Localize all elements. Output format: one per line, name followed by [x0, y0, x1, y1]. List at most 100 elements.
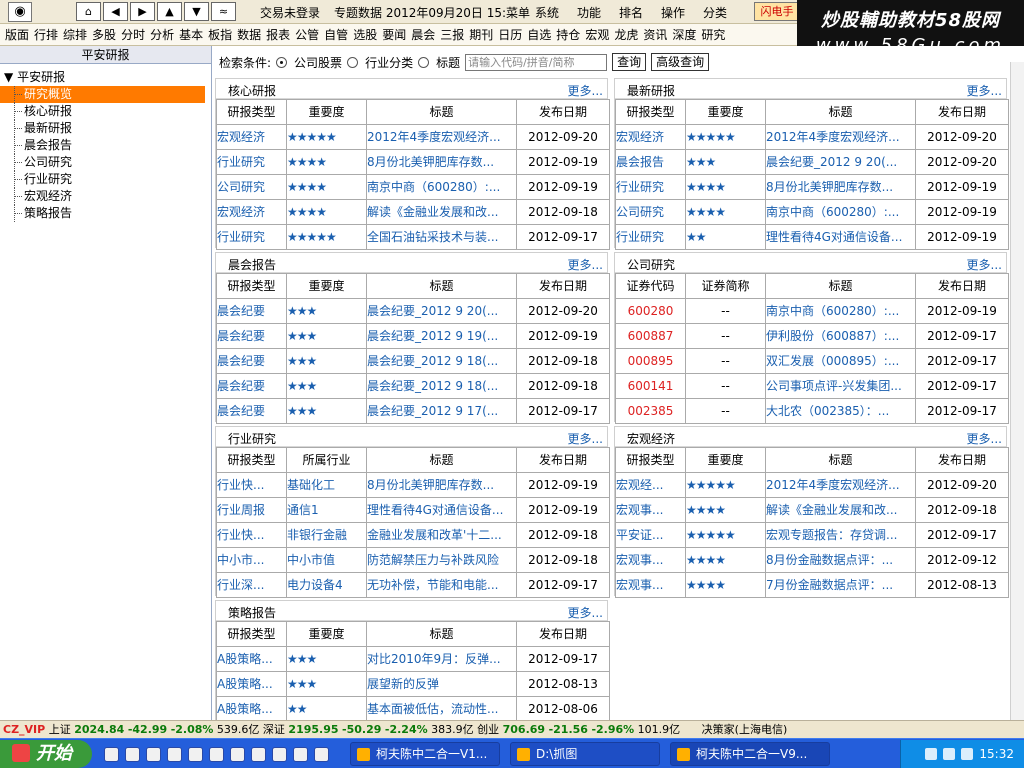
report-type-link[interactable]: 行业快...: [216, 522, 287, 548]
table-row[interactable]: 中小市... 中小市值 防范解禁压力与补跌风险 2012-09-18: [216, 547, 610, 573]
chinext-index-name[interactable]: 创业: [477, 723, 499, 736]
network-icon[interactable]: [943, 748, 956, 760]
report-type-link[interactable]: 宏观经济: [216, 199, 287, 225]
report-title-link[interactable]: 金融业发展和改革'十二...: [366, 522, 517, 548]
report-title-link[interactable]: 8月份北美钾肥库存数...: [765, 174, 916, 200]
more-link[interactable]: 更多...: [568, 430, 603, 447]
forward-button[interactable]: ▶: [130, 2, 155, 21]
table-row[interactable]: 晨会纪要 ★★★ 晨会纪要_2012 9 17(... 2012-09-17: [216, 398, 610, 424]
report-type-link[interactable]: 公司研究: [216, 174, 287, 200]
report-type-link[interactable]: 晨会纪要: [216, 373, 287, 399]
report-type-link[interactable]: 行业研究: [615, 224, 686, 250]
table-row[interactable]: 宏观经济 ★★★★ 解读《金融业发展和改... 2012-09-18: [216, 199, 610, 225]
menu-ranking[interactable]: 排名: [619, 4, 643, 21]
advanced-query-button[interactable]: 高级查询: [651, 53, 710, 71]
menu-operation[interactable]: 操作: [661, 4, 685, 21]
menu-category[interactable]: 分类: [703, 4, 727, 21]
sidebar-item-industry[interactable]: 行业研究: [0, 171, 211, 188]
toolbar-item[interactable]: 版面: [4, 26, 30, 43]
industry-name[interactable]: 中小市值: [286, 547, 367, 573]
shenzhen-index-name[interactable]: 深证: [263, 723, 285, 736]
report-title-link[interactable]: 展望新的反弹: [366, 671, 517, 697]
table-row[interactable]: 宏观事... ★★★★ 解读《金融业发展和改... 2012-09-18: [615, 497, 1009, 523]
report-type-link[interactable]: 晨会纪要: [216, 348, 287, 374]
tree-root[interactable]: ▼ 平安研报: [0, 69, 211, 86]
report-title-link[interactable]: 伊利股份（600887）:...: [765, 323, 916, 349]
table-row[interactable]: 公司研究 ★★★★ 南京中商（600280）:... 2012-09-19: [615, 199, 1009, 225]
report-title-link[interactable]: 全国石油钻采技术与装...: [366, 224, 517, 250]
company-stock-radio[interactable]: [276, 56, 288, 68]
report-title-link[interactable]: 理性看待4G对通信设备...: [765, 224, 916, 250]
table-row[interactable]: 行业研究 ★★★★ 8月份北美钾肥库存数... 2012-09-19: [216, 149, 610, 175]
quick-launch-icon[interactable]: [146, 747, 161, 762]
vertical-scrollbar[interactable]: [1010, 62, 1024, 720]
report-type-link[interactable]: 行业深...: [216, 572, 287, 598]
sidebar-item-latest[interactable]: 最新研报: [0, 120, 211, 137]
report-type-link[interactable]: 晨会纪要: [216, 398, 287, 424]
toolbar-item[interactable]: 宏观: [584, 26, 610, 43]
report-title-link[interactable]: 8月份北美钾肥库存数...: [366, 472, 517, 498]
report-type-link[interactable]: 晨会纪要: [216, 323, 287, 349]
query-button[interactable]: 查询: [612, 53, 647, 71]
toolbar-item[interactable]: 深度: [671, 26, 697, 43]
stock-code-link[interactable]: 000895: [615, 348, 686, 374]
report-title-link[interactable]: 无功补偿，节能和电能...: [366, 572, 517, 598]
report-title-link[interactable]: 晨会纪要_2012 9 20(...: [366, 298, 517, 324]
more-link[interactable]: 更多...: [967, 256, 1002, 273]
quick-launch-icon[interactable]: [104, 747, 119, 762]
report-title-link[interactable]: 8月份金融数据点评：...: [765, 547, 916, 573]
more-link[interactable]: 更多...: [568, 82, 603, 99]
industry-name[interactable]: 非银行金融: [286, 522, 367, 548]
toolbar-item[interactable]: 行排: [33, 26, 59, 43]
toolbar-item[interactable]: 龙虎: [613, 26, 639, 43]
table-row[interactable]: A股策略... ★★ 基本面被低估，流动性... 2012-08-06: [216, 696, 610, 722]
table-row[interactable]: 宏观经济 ★★★★★ 2012年4季度宏观经济... 2012-09-20: [615, 124, 1009, 150]
stock-code-link[interactable]: 002385: [615, 398, 686, 424]
table-row[interactable]: 晨会纪要 ★★★ 晨会纪要_2012 9 18(... 2012-09-18: [216, 348, 610, 374]
title-radio[interactable]: [418, 56, 430, 68]
toolbar-item[interactable]: 期刊: [468, 26, 494, 43]
table-row[interactable]: 宏观经... ★★★★★ 2012年4季度宏观经济... 2012-09-20: [615, 472, 1009, 498]
report-type-link[interactable]: 宏观经济: [216, 124, 287, 150]
toolbar-item[interactable]: 基本: [178, 26, 204, 43]
table-row[interactable]: 行业周报 通信1 理性看待4G对通信设备... 2012-09-19: [216, 497, 610, 523]
report-title-link[interactable]: 南京中商（600280）:...: [366, 174, 517, 200]
report-type-link[interactable]: 宏观经...: [615, 472, 686, 498]
report-title-link[interactable]: 防范解禁压力与补跌风险: [366, 547, 517, 573]
toolbar-item[interactable]: 多股: [91, 26, 117, 43]
table-row[interactable]: 002385 -- 大北农（002385）：... 2012-09-17: [615, 398, 1009, 424]
taskbar-folder-button[interactable]: D:\抓图: [510, 742, 660, 766]
table-row[interactable]: 行业研究 ★★★★★ 全国石油钻采技术与装... 2012-09-17: [216, 224, 610, 250]
toolbar-item[interactable]: 资讯: [642, 26, 668, 43]
back-button[interactable]: ◀: [103, 2, 128, 21]
toolbar-item[interactable]: 晨会: [410, 26, 436, 43]
report-type-link[interactable]: A股策略...: [216, 646, 287, 672]
toolbar-item[interactable]: 自管: [323, 26, 349, 43]
start-button[interactable]: 开始: [0, 740, 92, 768]
report-title-link[interactable]: 公司事项点评-兴发集团...: [765, 373, 916, 399]
report-title-link[interactable]: 大北农（002385）：...: [765, 398, 916, 424]
report-title-link[interactable]: 理性看待4G对通信设备...: [366, 497, 517, 523]
scroll-button[interactable]: ≈: [211, 2, 236, 21]
toolbar-item[interactable]: 分时: [120, 26, 146, 43]
report-type-link[interactable]: A股策略...: [216, 671, 287, 697]
industry-name[interactable]: 基础化工: [286, 472, 367, 498]
toolbar-item[interactable]: 公管: [294, 26, 320, 43]
table-row[interactable]: 000895 -- 双汇发展（000895）:... 2012-09-17: [615, 348, 1009, 374]
toolbar-item[interactable]: 综排: [62, 26, 88, 43]
report-type-link[interactable]: A股策略...: [216, 696, 287, 722]
more-link[interactable]: 更多...: [568, 256, 603, 273]
report-title-link[interactable]: 宏观专题报告：存贷调...: [765, 522, 916, 548]
sidebar-item-core[interactable]: 核心研报: [0, 103, 211, 120]
collapse-icon[interactable]: ▼: [4, 70, 13, 84]
report-type-link[interactable]: 平安证...: [615, 522, 686, 548]
report-type-link[interactable]: 行业研究: [615, 174, 686, 200]
toolbar-item[interactable]: 分析: [149, 26, 175, 43]
report-type-link[interactable]: 宏观经济: [615, 124, 686, 150]
sidebar-item-overview[interactable]: 研究概览: [0, 86, 205, 103]
report-type-link[interactable]: 宏观事...: [615, 497, 686, 523]
report-type-link[interactable]: 公司研究: [615, 199, 686, 225]
report-title-link[interactable]: 双汇发展（000895）:...: [765, 348, 916, 374]
quick-launch-icon[interactable]: [272, 747, 287, 762]
table-row[interactable]: A股策略... ★★★ 展望新的反弹 2012-08-13: [216, 671, 610, 697]
